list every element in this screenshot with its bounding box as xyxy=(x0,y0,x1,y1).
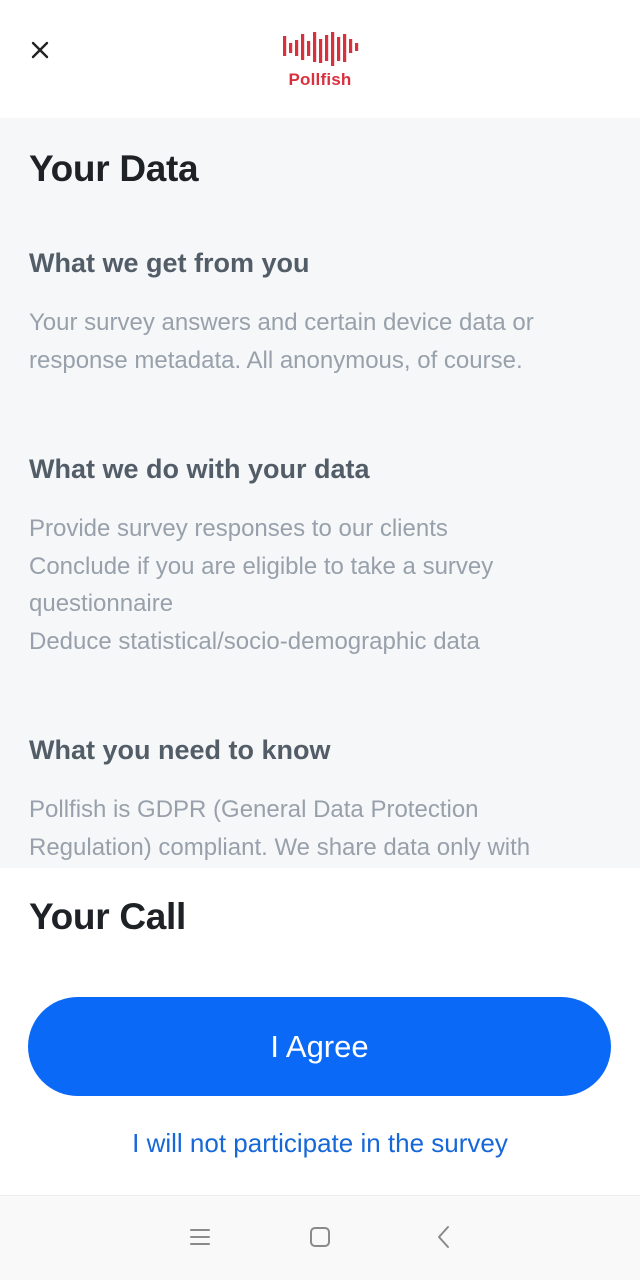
logo-bars-icon xyxy=(283,32,359,66)
back-icon[interactable] xyxy=(431,1224,457,1250)
section-heading-get: What we get from you xyxy=(29,248,310,278)
section-line: response metadata. All anonymous, of cou… xyxy=(29,346,523,374)
section-line: questionnaire xyxy=(29,590,174,617)
decision-panel: Your Call I Agree I will not participate… xyxy=(0,868,640,1195)
section-heading-do: What we do with your data xyxy=(29,454,370,484)
menu-icon[interactable] xyxy=(187,1224,213,1250)
decline-link[interactable]: I will not participate in the survey xyxy=(0,1128,640,1159)
section-line: Pollfish is GDPR (General Data Protectio… xyxy=(29,796,479,823)
page-title: Your Data xyxy=(29,148,199,189)
section-line: Your survey answers and certain device d… xyxy=(29,309,534,336)
section-line: Regulation) compliant. We share data onl… xyxy=(29,833,531,861)
section-body-get: Your survey answers and certain device d… xyxy=(29,304,619,379)
section-body-know: Pollfish is GDPR (General Data Protectio… xyxy=(29,791,619,866)
system-nav-bar xyxy=(0,1195,640,1280)
section-line: Deduce statistical/socio-demographic dat… xyxy=(29,627,480,655)
close-icon[interactable] xyxy=(26,36,54,64)
data-info-content[interactable]: Your Data What we get from you Your surv… xyxy=(0,118,640,868)
section-line: Conclude if you are eligible to take a s… xyxy=(29,552,494,580)
logo-text: Pollfish xyxy=(288,70,352,89)
call-title: Your Call xyxy=(29,896,186,937)
section-body-do: Provide survey responses to our clients … xyxy=(29,510,619,660)
section-line: Provide survey responses to our clients xyxy=(29,515,448,542)
agree-button[interactable]: I Agree xyxy=(28,997,611,1096)
section-heading-know: What you need to know xyxy=(29,735,331,765)
pollfish-logo: Pollfish xyxy=(280,30,360,94)
top-bar: Pollfish xyxy=(0,0,640,118)
home-icon[interactable] xyxy=(307,1224,333,1250)
